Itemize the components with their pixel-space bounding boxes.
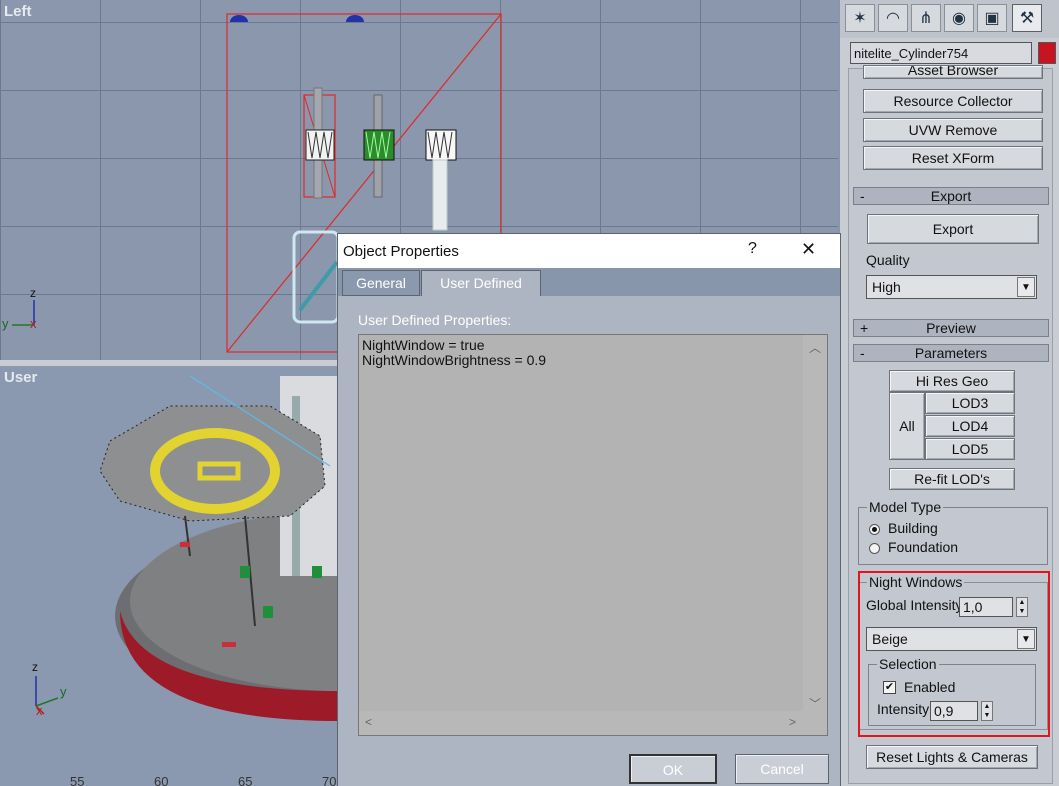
lod5-button[interactable]: LOD5 — [925, 438, 1015, 460]
rollout-title: Preview — [926, 320, 976, 336]
quality-value: High — [872, 279, 901, 295]
quality-dropdown[interactable]: High ▼ — [866, 275, 1037, 299]
hierarchy-icon[interactable]: ⋔ — [911, 4, 941, 32]
command-panel-tabs: ✶ ◠ ⋔ ◉ ▣ ⚒ — [840, 0, 1059, 38]
export-button[interactable]: Export — [867, 214, 1039, 244]
axis-x-label: x — [30, 316, 37, 331]
ruler-tick: 70 — [322, 774, 337, 786]
rollout-toggle-sign: - — [860, 345, 865, 361]
model-type-title: Model Type — [867, 499, 944, 515]
resource-collector-button[interactable]: Resource Collector — [863, 89, 1043, 113]
timeline-ruler[interactable]: 55 60 65 70 — [0, 766, 340, 786]
motion-icon[interactable]: ◉ — [944, 4, 974, 32]
refit-lods-button[interactable]: Re-fit LOD's — [889, 468, 1015, 490]
model-type-group: Model Type Building Foundation — [858, 499, 1048, 565]
reset-lights-cameras-button[interactable]: Reset Lights & Cameras — [866, 745, 1038, 769]
udp-vertical-scrollbar[interactable]: ︿ ﹀ — [803, 335, 827, 713]
scroll-left-icon[interactable]: < — [365, 715, 372, 729]
display-icon[interactable]: ▣ — [977, 4, 1007, 32]
axis-y-label: y — [2, 316, 9, 331]
command-panel-scrollbar[interactable] — [1053, 205, 1059, 785]
user-axis-y-label: y — [60, 684, 67, 699]
rollout-title: Parameters — [914, 345, 988, 361]
scroll-right-icon[interactable]: > — [789, 715, 796, 729]
annotation-highlight — [858, 571, 1050, 737]
object-properties-dialog: Object Properties ? ✕ General User Defin… — [337, 233, 841, 786]
utilities-icon[interactable]: ⚒ — [1012, 4, 1042, 32]
lod4-button[interactable]: LOD4 — [925, 415, 1015, 437]
quality-label: Quality — [866, 252, 910, 268]
lod3-button[interactable]: LOD3 — [925, 392, 1015, 414]
help-icon[interactable]: ? — [748, 240, 757, 258]
ruler-tick: 60 — [154, 774, 169, 786]
foundation-radio[interactable] — [869, 543, 880, 554]
axis-z-label: z — [30, 286, 36, 300]
dialog-titlebar[interactable]: Object Properties ? ✕ — [338, 234, 840, 268]
chevron-down-icon: ▼ — [1017, 277, 1035, 297]
user-axis-x-label: x — [36, 703, 43, 718]
hi-res-geo-button[interactable]: Hi Res Geo — [889, 370, 1015, 392]
object-color-swatch[interactable] — [1038, 42, 1056, 64]
tab-general[interactable]: General — [342, 270, 420, 296]
building-label[interactable]: Building — [888, 520, 938, 536]
create-icon[interactable]: ✶ — [845, 4, 875, 32]
all-lod-button[interactable]: All — [889, 392, 925, 460]
reset-xform-button[interactable]: Reset XForm — [863, 146, 1043, 170]
preview-rollout-header[interactable]: + Preview — [853, 319, 1049, 337]
export-rollout-header[interactable]: - Export — [853, 187, 1049, 205]
scroll-up-icon[interactable]: ︿ — [809, 339, 821, 356]
udp-horizontal-scrollbar[interactable]: < > — [359, 711, 827, 735]
ruler-tick: 65 — [238, 774, 253, 786]
ok-button[interactable]: OK — [629, 754, 717, 784]
close-icon[interactable]: ✕ — [801, 239, 816, 260]
uvw-remove-button[interactable]: UVW Remove — [863, 118, 1043, 142]
udp-textarea[interactable]: NightWindow = true NightWindowBrightness… — [358, 334, 828, 736]
rollout-toggle-sign: + — [860, 320, 869, 336]
tab-user-defined[interactable]: User Defined — [421, 270, 541, 298]
building-radio[interactable] — [869, 524, 880, 535]
parameters-rollout-header[interactable]: - Parameters — [853, 344, 1049, 362]
udp-text[interactable]: NightWindow = true NightWindowBrightness… — [362, 338, 546, 368]
scroll-down-icon[interactable]: ﹀ — [809, 695, 821, 712]
rollout-title: Export — [930, 188, 972, 204]
dialog-title: Object Properties — [343, 243, 459, 260]
object-name-field[interactable]: nitelite_Cylinder754 — [850, 42, 1032, 64]
foundation-label[interactable]: Foundation — [888, 539, 958, 555]
udp-label: User Defined Properties: — [358, 312, 512, 328]
ruler-tick: 55 — [70, 774, 85, 786]
user-defined-panel: User Defined Properties: NightWindow = t… — [338, 296, 840, 786]
asset-browser-button[interactable]: Asset Browser — [863, 65, 1043, 79]
dialog-tabs: General User Defined — [338, 268, 840, 298]
user-axis-z-label: z — [32, 660, 38, 674]
rollout-toggle-sign: - — [860, 188, 865, 204]
cancel-button[interactable]: Cancel — [735, 754, 829, 784]
modify-icon[interactable]: ◠ — [878, 4, 908, 32]
